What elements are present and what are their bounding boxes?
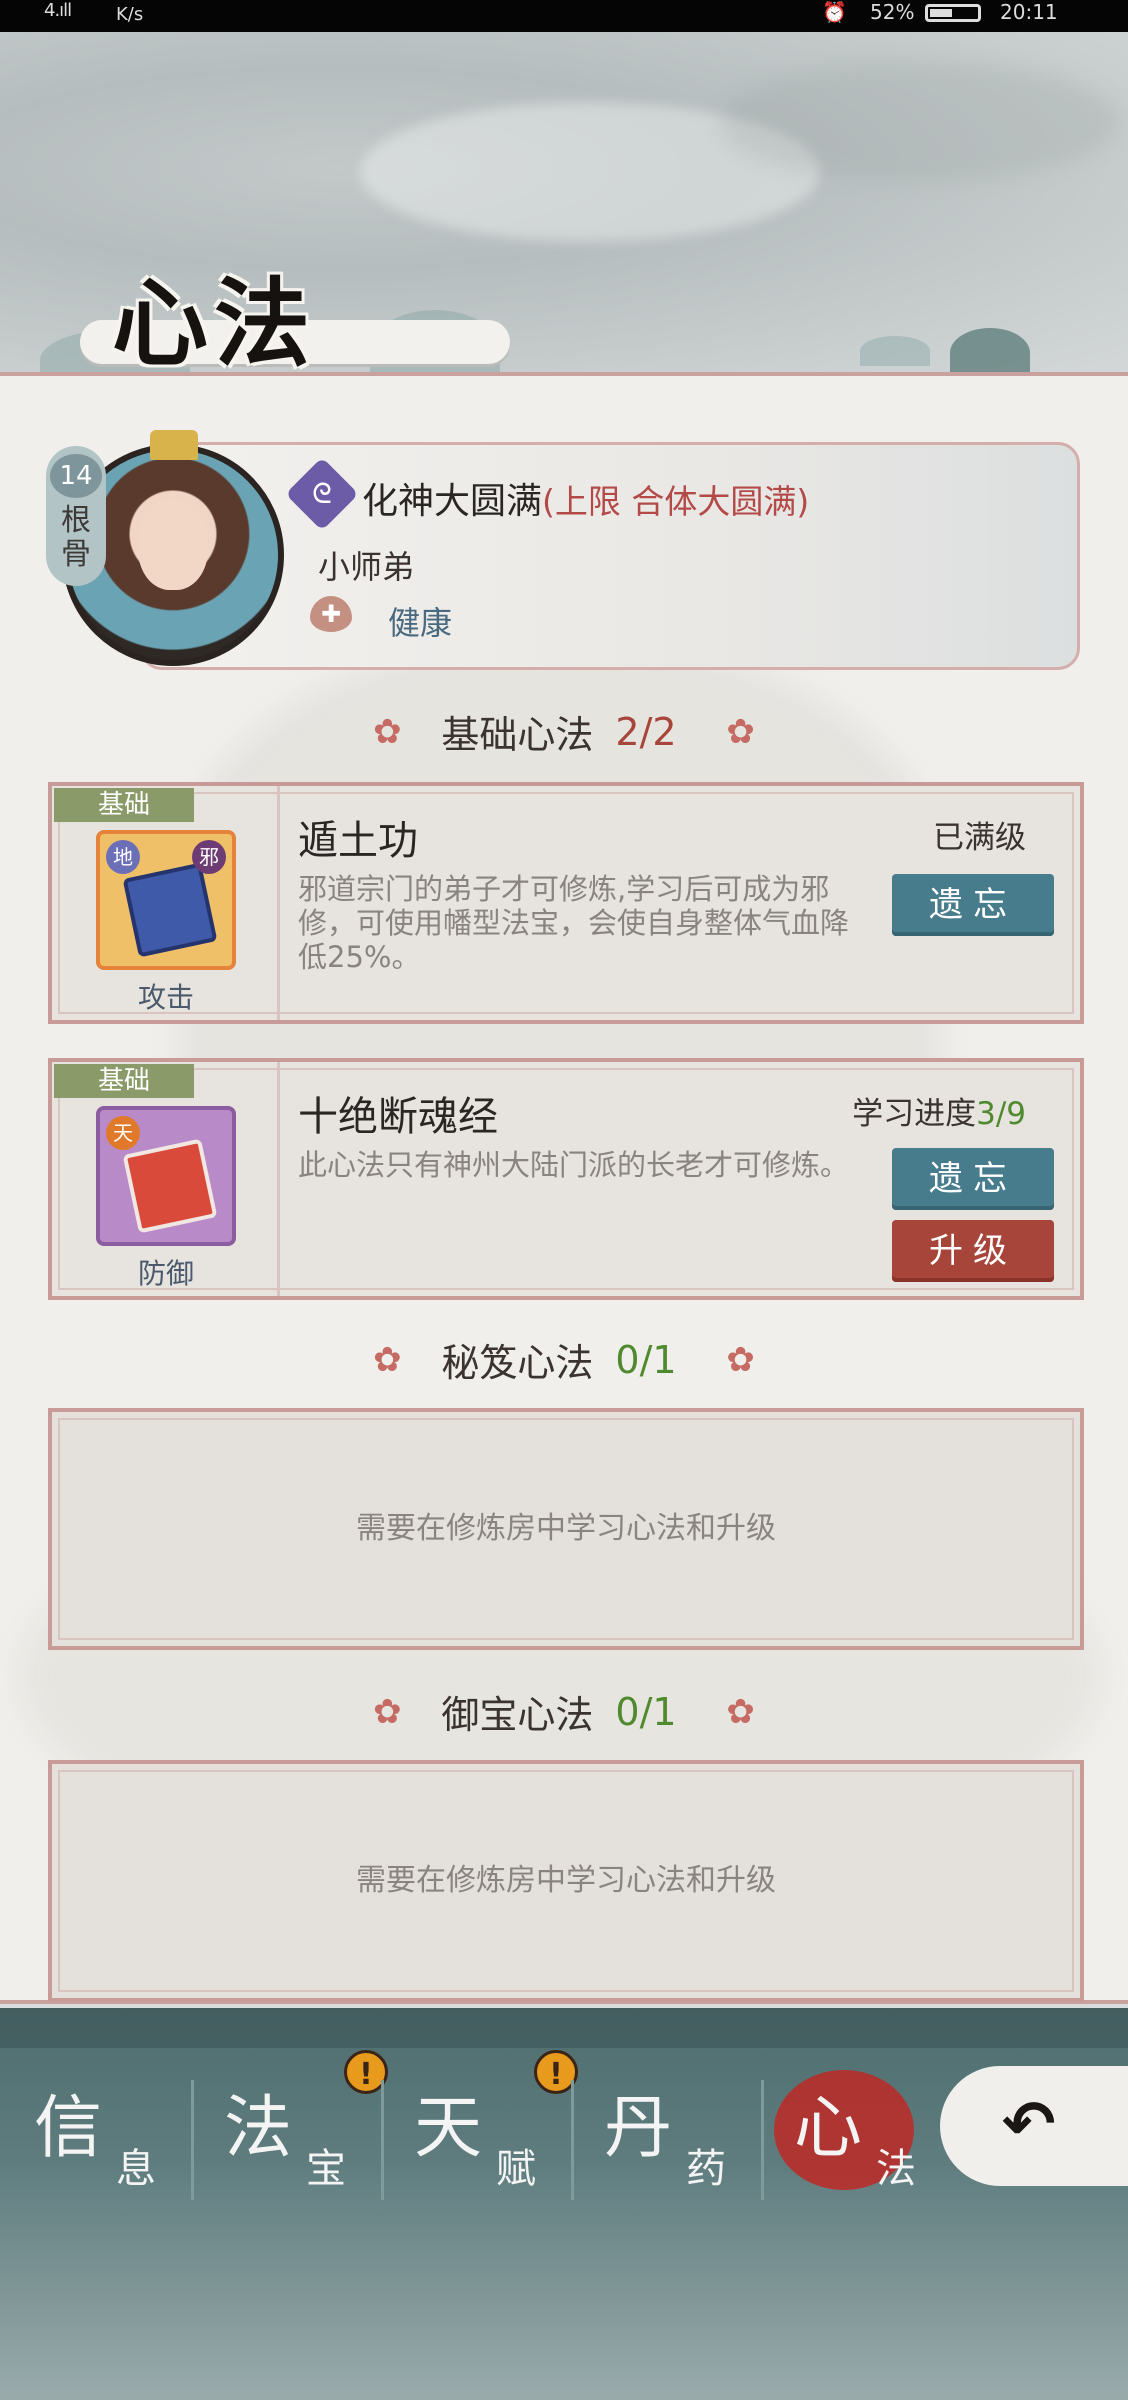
back-button[interactable]: ↶ bbox=[940, 2066, 1128, 2186]
forget-button[interactable]: 遗忘 bbox=[892, 1148, 1054, 1210]
nav-item-pills[interactable]: 丹 药 bbox=[574, 2050, 764, 2226]
root-bone-value: 14 bbox=[50, 454, 102, 498]
section-name: 御宝心法 bbox=[441, 1693, 594, 1737]
battery-percent: 52% bbox=[870, 0, 915, 24]
root-bone-label: 根骨 bbox=[61, 503, 91, 572]
nav-big-char: 丹 bbox=[604, 2089, 673, 2168]
root-bone-badge: 14 根骨 bbox=[46, 446, 106, 586]
technique-status: 已满级 bbox=[933, 820, 1026, 856]
technique-book-icon[interactable]: 天 bbox=[96, 1106, 236, 1246]
nav-item-talent[interactable]: 天 赋 ! bbox=[384, 2050, 578, 2226]
section-count: 2/2 bbox=[615, 709, 677, 754]
section-count: 0/1 bbox=[615, 1689, 677, 1734]
realm-icon: ᘓ bbox=[285, 457, 359, 531]
progress-label: 学习进度 bbox=[852, 1096, 977, 1132]
cloud-decoration bbox=[720, 62, 1120, 182]
empty-technique-slot[interactable]: 需要在修炼房中学习心法和升级 bbox=[48, 1760, 1084, 2002]
avatar-face bbox=[138, 500, 208, 590]
flower-icon: ✿ bbox=[726, 1339, 755, 1380]
cultivation-realm: 化神大圆满(上限 合体大圆满) bbox=[362, 472, 809, 524]
network-speed: K/s bbox=[116, 4, 144, 25]
page-title: 心法 bbox=[112, 267, 316, 380]
flower-icon: ✿ bbox=[373, 1691, 402, 1732]
technique-description: 邪道宗门的弟子才可修炼,学习后可成为邪修，可使用幡型法宝，会使自身整体气血降低2… bbox=[298, 872, 850, 974]
character-name: 小师弟 bbox=[318, 548, 415, 586]
flower-icon: ✿ bbox=[373, 1339, 402, 1380]
nav-strip bbox=[0, 2008, 1128, 2048]
nav-small-char: 息 bbox=[116, 2146, 156, 2192]
status-bar: 4.ıll K/s ⏰ 52% 20:11 bbox=[0, 0, 1128, 32]
technique-card[interactable]: 基础 地 邪 攻击 遁土功 邪道宗门的弟子才可修炼,学习后可成为邪修，可使用幡型… bbox=[48, 782, 1084, 1024]
nav-item-treasure[interactable]: 法 宝 ! bbox=[194, 2050, 388, 2226]
nav-small-char: 药 bbox=[686, 2146, 726, 2192]
forget-button[interactable]: 遗忘 bbox=[892, 874, 1054, 936]
nav-item-info[interactable]: 信 息 bbox=[4, 2050, 194, 2226]
nav-big-char: 天 bbox=[414, 2089, 483, 2168]
nav-big-char: 信 bbox=[34, 2089, 103, 2168]
health-status: 健康 bbox=[388, 604, 453, 642]
empty-technique-slot[interactable]: 需要在修炼房中学习心法和升级 bbox=[48, 1408, 1084, 1650]
technique-type: 攻击 bbox=[137, 981, 194, 1014]
book-icon bbox=[122, 862, 218, 958]
technique-type: 防御 bbox=[137, 1257, 194, 1290]
nav-big-char: 法 bbox=[224, 2089, 293, 2168]
cloud-swirl-icon bbox=[950, 328, 1030, 378]
nav-small-char: 法 bbox=[876, 2146, 916, 2192]
nav-big-char: 心 bbox=[794, 2089, 863, 2168]
card-frame bbox=[58, 1770, 1074, 1992]
progress-value: 3/9 bbox=[976, 1096, 1026, 1132]
flower-icon: ✿ bbox=[726, 1691, 755, 1732]
clock: 20:11 bbox=[1000, 0, 1058, 24]
evil-badge: 邪 bbox=[192, 840, 226, 874]
card-frame bbox=[58, 1418, 1074, 1640]
realm-limit: (上限 合体大圆满) bbox=[542, 482, 810, 521]
flower-icon: ✿ bbox=[373, 711, 402, 752]
tier-tag: 基础 bbox=[54, 788, 194, 822]
battery-icon bbox=[925, 4, 981, 22]
tier-tag: 基础 bbox=[54, 1064, 194, 1098]
earth-badge: 地 bbox=[106, 840, 140, 874]
title-banner: 心法 bbox=[40, 250, 510, 390]
section-count: 0/1 bbox=[615, 1337, 677, 1382]
heaven-badge: 天 bbox=[106, 1116, 140, 1150]
nav-small-char: 宝 bbox=[306, 2146, 346, 2192]
flower-icon: ✿ bbox=[726, 711, 755, 752]
crown-icon bbox=[150, 430, 198, 460]
technique-book-icon[interactable]: 地 邪 bbox=[96, 830, 236, 970]
technique-description: 此心法只有神州大陆门派的长老才可修炼。 bbox=[298, 1148, 850, 1182]
cloud-swirl-icon bbox=[860, 336, 930, 366]
health-heart-icon: ✚ bbox=[310, 596, 352, 632]
learning-progress: 学习进度3/9 bbox=[852, 1088, 1026, 1133]
upgrade-button[interactable]: 升级 bbox=[892, 1220, 1054, 1282]
technique-icon-column: 基础 天 防御 bbox=[52, 1062, 280, 1296]
section-header-secret: ✿ 秘笈心法 0/1 ✿ bbox=[0, 1332, 1128, 1388]
realm-name: 化神大圆满 bbox=[362, 481, 543, 522]
technique-name: 十绝断魂经 bbox=[298, 1094, 498, 1140]
section-header-treasure: ✿ 御宝心法 0/1 ✿ bbox=[0, 1684, 1128, 1740]
technique-icon-column: 基础 地 邪 攻击 bbox=[52, 786, 280, 1020]
alarm-icon: ⏰ bbox=[822, 0, 847, 24]
technique-card[interactable]: 基础 天 防御 十绝断魂经 此心法只有神州大陆门派的长老才可修炼。 学习进度3/… bbox=[48, 1058, 1084, 1300]
book-icon bbox=[122, 1138, 218, 1234]
section-header-basic: ✿ 基础心法 2/2 ✿ bbox=[0, 704, 1128, 760]
nav-item-mind-method[interactable]: 心 法 bbox=[764, 2050, 954, 2226]
section-name: 秘笈心法 bbox=[441, 1341, 594, 1385]
back-arrow-icon: ↶ bbox=[1002, 2088, 1056, 2162]
nav-small-char: 赋 bbox=[496, 2146, 536, 2192]
section-name: 基础心法 bbox=[441, 713, 594, 757]
signal-icon: 4.ıll bbox=[44, 0, 72, 21]
technique-name: 遁土功 bbox=[298, 818, 418, 864]
